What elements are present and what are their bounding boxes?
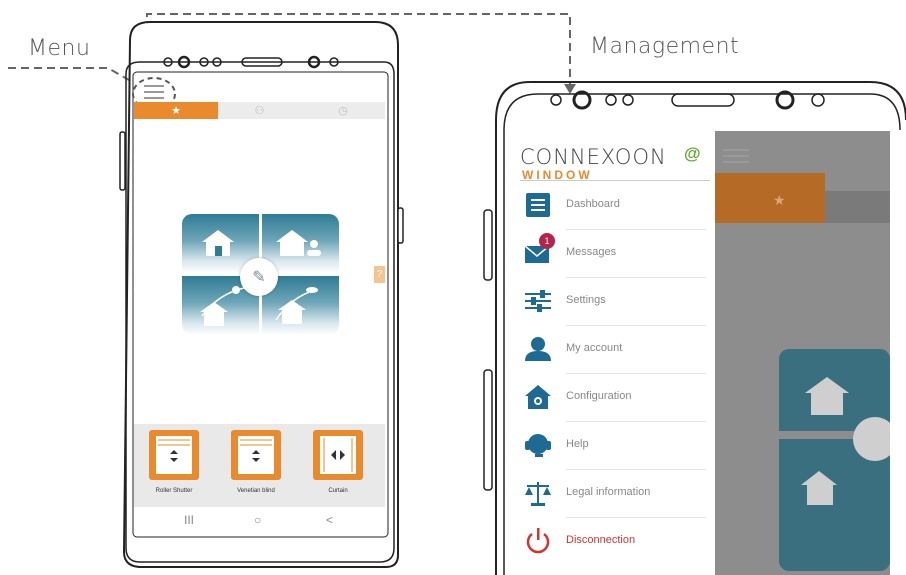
message-count-badge: 1 <box>539 233 555 249</box>
menu-item-legal-information[interactable]: Legal information <box>509 470 706 518</box>
menu-annotation-label: Menu <box>28 36 91 61</box>
menu-label: Help <box>566 438 589 450</box>
menu-item-help[interactable]: Help <box>509 422 706 470</box>
device-label: Curtain <box>328 488 348 494</box>
recent-apps-button[interactable]: III <box>184 513 194 527</box>
connector-arrowhead <box>564 84 576 94</box>
device-venetian-blind[interactable]: Venetian blind <box>216 430 296 494</box>
star-icon: ★ <box>171 105 181 117</box>
menu-label: My account <box>566 342 623 354</box>
android-nav-bar: III ○ < <box>134 507 385 535</box>
logo-divider <box>520 180 710 181</box>
menu-label: Settings <box>566 294 606 306</box>
people-icon: ⚇ <box>254 105 265 117</box>
device-panel: Roller Shutter Venetian blind Curtain <box>134 424 385 507</box>
management-annotation-label: Management <box>590 34 740 59</box>
menu-item-dashboard[interactable]: Dashboard <box>509 182 706 230</box>
device-label: Venetian blind <box>237 488 275 494</box>
svg-text:★: ★ <box>773 193 786 209</box>
tab-favorites[interactable]: ★ <box>134 102 218 119</box>
menu-item-disconnection[interactable]: Disconnection <box>509 518 706 566</box>
venetian-blind-icon <box>231 430 281 480</box>
home-screen: ★ ⚇ ◷ ✎ ? Roller Shutter Venetian blind … <box>134 102 385 535</box>
menu-label: Configuration <box>566 390 632 402</box>
menu-item-configuration[interactable]: Configuration <box>509 374 706 422</box>
home-button[interactable]: ○ <box>254 513 261 527</box>
connected-at-icon: @ <box>684 144 701 163</box>
curtain-icon <box>313 430 363 480</box>
dimmed-app-background: ★ <box>715 131 890 575</box>
help-tab[interactable]: ? <box>374 266 385 283</box>
edit-pencil-icon[interactable]: ✎ <box>240 258 278 296</box>
menu-label: Legal information <box>566 486 651 498</box>
user-icon <box>525 337 551 361</box>
menu-label: Messages <box>566 246 617 258</box>
menu-item-messages[interactable]: 1 Messages <box>509 230 706 278</box>
tab-scenarios[interactable]: ⚇ <box>218 102 301 119</box>
brand-logo: CONNEXOON <box>520 145 667 169</box>
menu-label: Disconnection <box>566 534 636 546</box>
scales-icon <box>525 482 551 506</box>
side-menu-drawer: CONNEXOON WINDOW @ Dashboard 1 Messages … <box>509 131 715 575</box>
device-roller-shutter[interactable]: Roller Shutter <box>134 430 214 494</box>
sliders-icon <box>525 290 551 312</box>
tab-bar: ★ ⚇ ◷ <box>134 102 385 119</box>
device-label: Roller Shutter <box>155 488 193 494</box>
clock-icon: ◷ <box>338 105 348 117</box>
menu-label: Dashboard <box>566 198 620 210</box>
menu-item-my-account[interactable]: My account <box>509 326 706 374</box>
headset-icon <box>525 434 551 457</box>
back-button[interactable]: < <box>326 513 333 527</box>
roller-shutter-icon <box>149 430 199 480</box>
menu-item-settings[interactable]: Settings <box>509 278 706 326</box>
device-curtain[interactable]: Curtain <box>298 430 378 494</box>
power-icon <box>526 528 550 554</box>
house-gear-icon <box>525 385 551 409</box>
tab-schedule[interactable]: ◷ <box>301 102 385 119</box>
dashboard-icon <box>526 193 550 217</box>
